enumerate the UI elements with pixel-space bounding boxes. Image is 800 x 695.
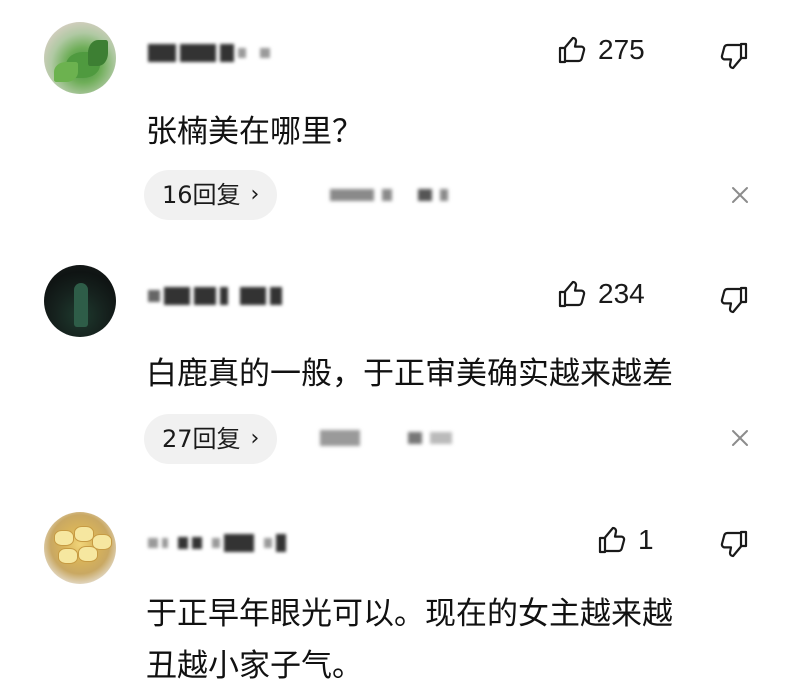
chevron-right-icon: ›: [250, 426, 260, 451]
username-blurred[interactable]: [148, 532, 290, 554]
thumbs-up-icon: [558, 36, 586, 64]
avatar-cake: [78, 546, 98, 562]
avatar-cake: [54, 530, 74, 546]
replies-label: 16回复: [162, 181, 241, 209]
timestamp-blurred: [330, 185, 448, 205]
chevron-right-icon: ›: [250, 182, 260, 207]
avatar-leaf: [54, 62, 78, 82]
like-button[interactable]: 234: [556, 278, 645, 310]
thumbs-up-icon: [598, 526, 626, 554]
thumbs-down-icon[interactable]: [718, 528, 750, 560]
comment-3: 1 于正早年眼光可以。现在的女主越来越 丑越小家子气。: [0, 500, 800, 695]
timestamp-blurred: [320, 428, 452, 448]
thumbs-down-icon[interactable]: [718, 284, 750, 316]
avatar-cake: [74, 526, 94, 542]
replies-label: 27回复: [162, 425, 241, 453]
close-icon[interactable]: [728, 183, 752, 207]
comment-1: 275 张楠美在哪里？ 16回复 ›: [0, 0, 800, 240]
avatar-figure: [74, 283, 88, 327]
user-avatar[interactable]: [44, 22, 116, 94]
comment-text: 白鹿真的一般，于正审美确实越来越差: [146, 356, 673, 392]
avatar-cake: [58, 548, 78, 564]
username-blurred[interactable]: [148, 42, 274, 64]
comment-text: 张楠美在哪里？: [146, 114, 363, 150]
like-count: 234: [598, 278, 645, 309]
like-button[interactable]: 275: [556, 34, 645, 66]
username-blurred[interactable]: [148, 285, 286, 307]
comment-2: 234 白鹿真的一般，于正审美确实越来越差 27回复 ›: [0, 240, 800, 500]
replies-button[interactable]: 27回复 ›: [144, 414, 278, 464]
avatar-leaf: [88, 40, 108, 66]
user-avatar[interactable]: [44, 512, 116, 584]
comment-text: 于正早年眼光可以。现在的女主越来越 丑越小家子气。: [146, 596, 673, 684]
close-icon[interactable]: [728, 426, 752, 450]
like-count: 1: [638, 524, 654, 555]
thumbs-up-icon: [558, 280, 586, 308]
like-count: 275: [598, 34, 645, 65]
like-button[interactable]: 1: [596, 524, 654, 556]
replies-button[interactable]: 16回复 ›: [144, 170, 278, 220]
user-avatar[interactable]: [44, 265, 116, 337]
thumbs-down-icon[interactable]: [718, 40, 750, 72]
